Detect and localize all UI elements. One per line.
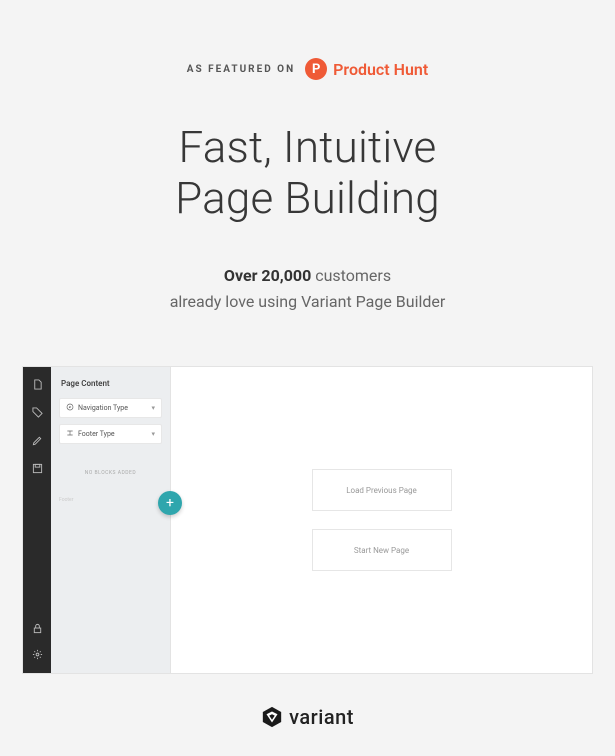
- load-previous-page-button[interactable]: Load Previous Page: [312, 469, 452, 511]
- add-block-button[interactable]: +: [158, 491, 182, 515]
- subhead-line-1: Over 20,000 customers: [0, 263, 615, 289]
- featured-bar: AS FEATURED ON P Product Hunt: [0, 0, 615, 80]
- hero-line-2: Page Building: [0, 173, 615, 224]
- brush-icon[interactable]: [30, 433, 44, 447]
- rail-bottom: [23, 621, 51, 673]
- canvas: Load Previous Page Start New Page: [171, 367, 592, 673]
- product-hunt-name: Product Hunt: [333, 60, 428, 79]
- compass-icon: [66, 403, 74, 413]
- navigation-type-label: Navigation Type: [78, 404, 128, 412]
- page-icon[interactable]: [30, 377, 44, 391]
- chevron-down-icon: ▾: [151, 404, 155, 412]
- subhead: Over 20,000 customers already love using…: [0, 263, 615, 314]
- footer-type-select[interactable]: Footer Type ▾: [59, 424, 162, 444]
- tag-icon[interactable]: [30, 405, 44, 419]
- hero-line-1: Fast, Intuitive: [0, 122, 615, 173]
- product-hunt-badge[interactable]: P Product Hunt: [305, 58, 428, 80]
- no-blocks-label: NO BLOCKS ADDED: [51, 470, 170, 476]
- start-new-page-button[interactable]: Start New Page: [312, 529, 452, 571]
- lock-icon[interactable]: [30, 621, 44, 635]
- subhead-line-2: already love using Variant Page Builder: [0, 289, 615, 315]
- gear-icon[interactable]: [30, 647, 44, 661]
- nav-rail: [23, 367, 51, 673]
- brand: variant: [0, 705, 615, 729]
- sidebar: Page Content Navigation Type ▾ Footer Ty…: [51, 367, 171, 673]
- app-mockup: Page Content Navigation Type ▾ Footer Ty…: [22, 366, 593, 674]
- sidebar-title: Page Content: [51, 379, 170, 398]
- save-icon[interactable]: [30, 461, 44, 475]
- product-hunt-icon: P: [305, 58, 327, 80]
- footer-icon: [66, 429, 74, 439]
- variant-logo-icon: [261, 706, 283, 728]
- footer-mini-label: Footer: [59, 497, 73, 503]
- hero-title: Fast, Intuitive Page Building: [0, 122, 615, 223]
- featured-label: AS FEATURED ON: [187, 64, 295, 75]
- subhead-rest: customers: [311, 266, 391, 285]
- subhead-strong: Over 20,000: [224, 266, 311, 285]
- brand-name: variant: [289, 705, 354, 729]
- footer-type-label: Footer Type: [78, 430, 115, 438]
- navigation-type-select[interactable]: Navigation Type ▾: [59, 398, 162, 418]
- chevron-down-icon: ▾: [151, 430, 155, 438]
